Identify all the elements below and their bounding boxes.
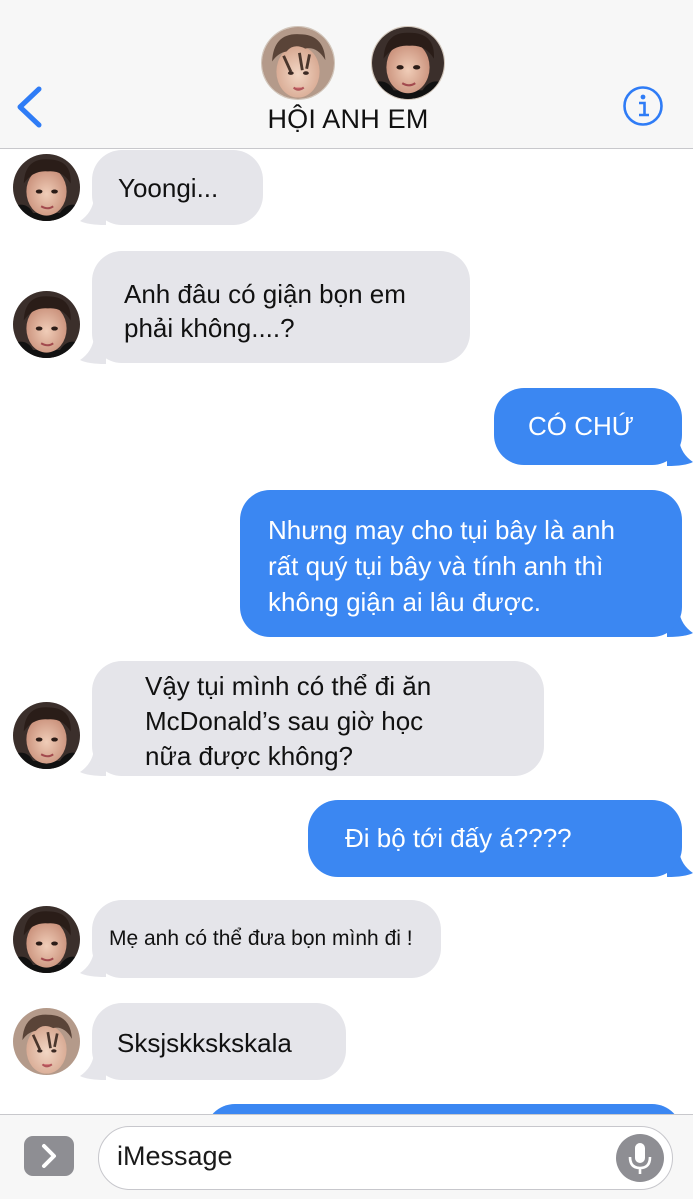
avatar-photo xyxy=(13,154,80,221)
avatar-photo xyxy=(13,702,80,769)
avatar-photo xyxy=(372,27,444,99)
message-bubble-received[interactable]: Vậy tụi mình có thể đi ăn McDonald’s sau… xyxy=(92,661,544,776)
message-bubble-sent[interactable]: Nhưng may cho tụi bây là anh rất quý tụi… xyxy=(240,490,682,637)
message-bubble-sent[interactable]: Đi bộ tới đấy á???? xyxy=(308,800,682,877)
message-text: Mẹ anh có thể đưa bọn mình đi ! xyxy=(109,927,413,950)
group-member-avatar[interactable] xyxy=(261,26,335,100)
group-member-avatar[interactable] xyxy=(371,26,445,100)
message-bubble-received[interactable]: Yoongi... xyxy=(92,150,263,225)
message-text: Nhưng may cho tụi bây là anh rất quý tụi… xyxy=(268,515,615,617)
info-button[interactable] xyxy=(622,85,664,127)
chevron-right-icon xyxy=(42,1144,56,1168)
compose-bar: iMessage xyxy=(0,1114,693,1199)
sender-avatar[interactable] xyxy=(13,1008,80,1075)
message-text: Đi bộ tới đấy á???? xyxy=(345,823,572,853)
microphone-button[interactable] xyxy=(616,1134,664,1182)
sender-avatar[interactable] xyxy=(13,291,80,358)
microphone-icon xyxy=(628,1143,652,1174)
back-button[interactable] xyxy=(12,84,46,130)
conversation-title[interactable]: HỘI ANH EM xyxy=(196,104,500,135)
sender-avatar[interactable] xyxy=(13,906,80,973)
message-bubble-received[interactable]: Anh đâu có giận bọn em phải không....? xyxy=(92,251,470,363)
message-text: Yoongi... xyxy=(118,173,219,203)
message-bubble-received[interactable]: Sksjskkskskala xyxy=(92,1003,346,1080)
chevron-left-icon xyxy=(17,86,42,128)
message-text: Sksjskkskskala xyxy=(117,1028,292,1058)
message-input[interactable]: iMessage xyxy=(98,1126,673,1190)
avatar-photo xyxy=(13,1008,80,1075)
conversation-header: HỘI ANH EM xyxy=(0,0,693,149)
apps-button[interactable] xyxy=(24,1136,74,1176)
message-input-placeholder: iMessage xyxy=(117,1141,233,1171)
message-text: Anh đâu có giận bọn em phải không....? xyxy=(124,279,406,343)
message-text: CÓ CHỨ xyxy=(528,411,634,441)
sender-avatar[interactable] xyxy=(13,154,80,221)
message-text: Vậy tụi mình có thể đi ăn McDonald’s sau… xyxy=(145,671,432,771)
avatar-photo xyxy=(262,27,334,99)
avatar-photo xyxy=(13,906,80,973)
message-bubble-received[interactable]: Mẹ anh có thể đưa bọn mình đi ! xyxy=(92,900,441,978)
avatar-photo xyxy=(13,291,80,358)
message-bubble-sent[interactable]: CÓ CHỨ xyxy=(494,388,682,465)
info-circle-icon xyxy=(623,86,663,126)
sender-avatar[interactable] xyxy=(13,702,80,769)
